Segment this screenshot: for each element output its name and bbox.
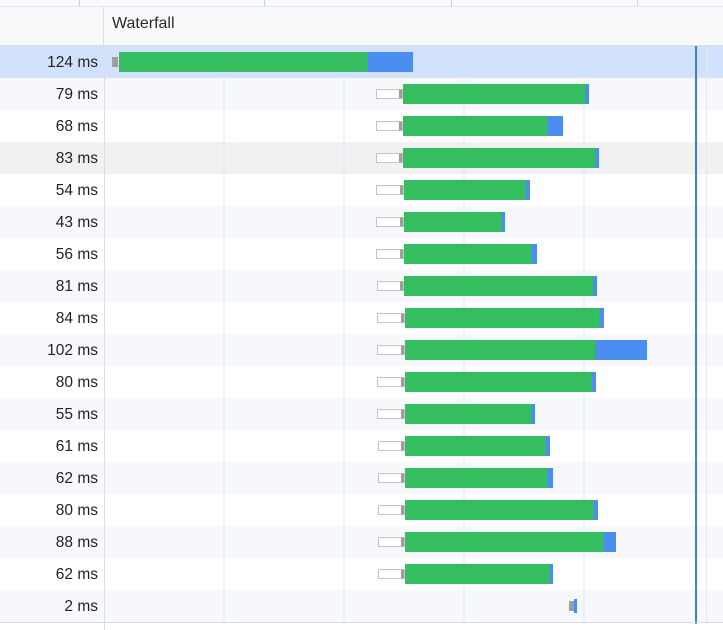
- queueing-segment: [569, 601, 574, 611]
- dns-segment: [401, 441, 404, 451]
- request-timing-bar[interactable]: [378, 500, 599, 520]
- dns-segment: [401, 377, 404, 387]
- stalled-segment: [376, 217, 404, 227]
- content-download-segment: [501, 212, 505, 232]
- dns-segment: [399, 153, 402, 163]
- content-download-segment: [546, 436, 550, 456]
- waterfall-header: Waterfall: [0, 0, 723, 46]
- content-download-segment: [549, 564, 553, 584]
- stalled-segment: [378, 569, 405, 579]
- request-timing-bar[interactable]: [376, 244, 538, 264]
- request-timing-bar[interactable]: [376, 212, 506, 232]
- stalled-segment: [378, 473, 405, 483]
- content-download-segment: [599, 308, 604, 328]
- content-download-segment: [593, 276, 597, 296]
- dns-segment: [401, 473, 404, 483]
- waiting-ttfb-segment: [405, 532, 604, 552]
- load-event-marker: [695, 46, 697, 624]
- request-timing-bar[interactable]: [378, 532, 617, 552]
- request-timing-bar[interactable]: [569, 599, 577, 613]
- waiting-ttfb-segment: [405, 500, 594, 520]
- content-download-segment: [548, 116, 563, 136]
- stalled-segment: [376, 153, 403, 163]
- waiting-ttfb-segment: [404, 244, 532, 264]
- time-column-header[interactable]: [0, 6, 104, 46]
- queueing-segment: [112, 57, 118, 67]
- request-timing-bar[interactable]: [377, 340, 648, 360]
- stalled-segment: [377, 281, 404, 291]
- dns-segment: [400, 249, 403, 259]
- content-download-segment: [531, 404, 535, 424]
- waiting-ttfb-segment: [403, 116, 548, 136]
- request-timing-bar[interactable]: [376, 116, 564, 136]
- stalled-segment: [376, 249, 404, 259]
- request-timing-bar[interactable]: [378, 436, 551, 456]
- waiting-ttfb-segment: [403, 148, 595, 168]
- waiting-ttfb-segment: [405, 564, 549, 584]
- waiting-ttfb-segment: [405, 468, 548, 488]
- request-timing-bar[interactable]: [112, 52, 413, 72]
- waiting-ttfb-segment: [119, 52, 368, 72]
- request-timing-bar[interactable]: [378, 468, 554, 488]
- request-timing-bar[interactable]: [377, 308, 605, 328]
- request-timing-bar[interactable]: [377, 372, 597, 392]
- dns-segment: [400, 281, 403, 291]
- dns-segment: [399, 121, 402, 131]
- stalled-segment: [378, 537, 405, 547]
- stalled-segment: [376, 185, 404, 195]
- waterfall-column-title[interactable]: Waterfall: [112, 15, 175, 33]
- dns-segment: [400, 217, 403, 227]
- content-download-segment: [368, 52, 413, 72]
- stalled-segment: [376, 89, 403, 99]
- waiting-ttfb-segment: [405, 372, 592, 392]
- waiting-ttfb-segment: [404, 180, 526, 200]
- request-timing-bar[interactable]: [378, 564, 554, 584]
- content-download-segment: [592, 372, 596, 392]
- content-download-segment: [526, 180, 530, 200]
- dns-segment: [401, 505, 404, 515]
- waiting-ttfb-segment: [405, 308, 599, 328]
- waterfall-chart: [112, 46, 648, 622]
- content-download-segment: [595, 148, 599, 168]
- dns-segment: [400, 185, 403, 195]
- request-timing-bar[interactable]: [376, 84, 590, 104]
- stalled-segment: [377, 409, 405, 419]
- dns-segment: [401, 313, 404, 323]
- content-download-segment: [595, 340, 647, 360]
- dns-segment: [399, 89, 402, 99]
- content-download-segment: [548, 468, 553, 488]
- stalled-segment: [378, 441, 405, 451]
- stalled-segment: [376, 121, 403, 131]
- stalled-segment: [377, 345, 405, 355]
- waiting-ttfb-segment: [403, 84, 585, 104]
- content-download-segment: [594, 500, 598, 520]
- waiting-ttfb-segment: [404, 212, 501, 232]
- waiting-ttfb-segment: [405, 436, 546, 456]
- stalled-segment: [377, 313, 405, 323]
- dns-segment: [401, 537, 404, 547]
- dns-segment: [401, 569, 404, 579]
- request-timing-bar[interactable]: [377, 276, 598, 296]
- waiting-ttfb-segment: [405, 340, 595, 360]
- request-timing-bar[interactable]: [377, 404, 536, 424]
- waiting-ttfb-segment: [404, 276, 593, 296]
- dns-segment: [401, 345, 404, 355]
- dns-segment: [401, 409, 404, 419]
- waterfall-panel: Waterfall 124 ms 79 ms 68 ms 83 ms 54 ms 43 m…: [0, 0, 723, 630]
- stalled-segment: [378, 505, 405, 515]
- request-timing-bar[interactable]: [376, 148, 600, 168]
- request-timing-bar[interactable]: [376, 180, 531, 200]
- content-download-segment: [585, 84, 589, 104]
- content-download-segment: [532, 244, 537, 264]
- stalled-segment: [377, 377, 405, 387]
- content-download-segment: [574, 599, 577, 613]
- waiting-ttfb-segment: [405, 404, 531, 424]
- content-download-segment: [604, 532, 616, 552]
